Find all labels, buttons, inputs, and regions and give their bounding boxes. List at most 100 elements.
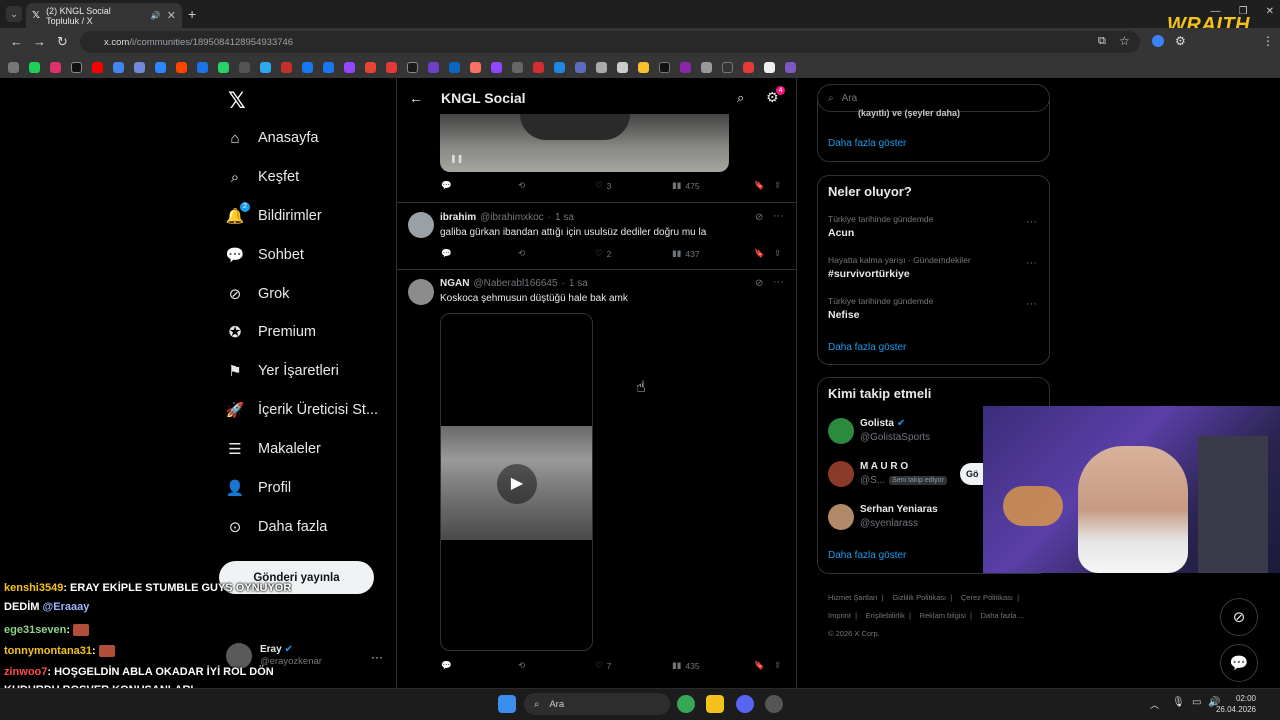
bookmark-icon[interactable] — [764, 61, 775, 73]
bookmark-icon[interactable] — [743, 61, 754, 73]
bookmark-icon[interactable] — [680, 61, 691, 73]
bookmark-icon[interactable] — [260, 61, 271, 73]
avatar[interactable] — [828, 461, 854, 487]
bookmark-icon[interactable] — [218, 61, 229, 73]
trend-more-icon[interactable]: ··· — [1026, 257, 1037, 269]
chrome-icon[interactable] — [677, 695, 695, 713]
show-more-link[interactable]: Daha fazla göster — [828, 342, 906, 353]
app-icon[interactable] — [765, 695, 783, 713]
bookmark-icon[interactable] — [29, 61, 40, 73]
views-button[interactable]: ▮▮ 435 — [672, 660, 754, 671]
tray-chevron-icon[interactable]: ︿ — [1150, 698, 1159, 711]
views-button[interactable]: ▮▮ 437 — [672, 248, 754, 259]
bookmark-icon[interactable] — [701, 61, 712, 73]
back-arrow-icon[interactable]: ← — [409, 90, 423, 106]
post-more-icon[interactable]: ··· — [773, 276, 784, 288]
grok-icon[interactable]: ⊘ — [755, 278, 763, 289]
messages-fab-icon[interactable]: 💬 — [1220, 644, 1258, 682]
bookmark-post-icon[interactable]: 🔖 — [754, 660, 774, 671]
bookmark-icon[interactable] — [197, 61, 208, 73]
bookmark-icon[interactable] — [533, 61, 544, 73]
post[interactable]: ibrahim @ibrahimxkoc · 1 sa ⊘ ··· galiba… — [397, 210, 796, 270]
reply-icon[interactable]: 💬 — [441, 180, 518, 191]
sidebar-item-person[interactable]: 👤 Profil — [226, 471, 291, 505]
bookmark-icon[interactable] — [470, 61, 481, 73]
bookmark-post-icon[interactable]: 🔖 — [754, 180, 774, 191]
extension-icon[interactable] — [1152, 35, 1164, 47]
sidebar-item-grok[interactable]: ⊘ Grok — [226, 277, 290, 311]
footer-link[interactable]: Reklam bilgisi — [920, 611, 966, 620]
community-search-icon[interactable]: ⌕ — [737, 90, 744, 106]
mic-icon[interactable]: 🎙 — [1172, 697, 1185, 708]
bookmark-post-icon[interactable]: 🔖 — [754, 248, 774, 259]
start-icon[interactable] — [498, 695, 516, 713]
network-icon[interactable]: ▭ — [1192, 697, 1201, 708]
show-more-link[interactable]: Daha fazla göster — [828, 138, 906, 149]
bookmark-icon[interactable] — [176, 61, 187, 73]
bookmark-icon[interactable] — [785, 61, 796, 73]
like-button[interactable]: ♡ 3 — [595, 180, 672, 191]
close-window-icon[interactable]: ✕ — [1266, 6, 1274, 17]
bookmark-icon[interactable] — [554, 61, 565, 73]
x-logo-icon[interactable]: 𝕏 — [228, 88, 246, 114]
share-icon[interactable]: ⇪ — [774, 180, 781, 191]
account-more-icon[interactable]: ··· — [371, 650, 383, 664]
trend-more-icon[interactable]: ··· — [1026, 298, 1037, 310]
grok-icon[interactable]: ⊘ — [755, 212, 763, 223]
sidebar-item-bookmark[interactable]: ⚑ Yer İşaretleri — [226, 354, 339, 388]
post-time[interactable]: 1 sa — [569, 278, 588, 289]
show-more-link[interactable]: Daha fazla göster — [828, 550, 906, 561]
apps-icon[interactable] — [8, 61, 19, 73]
views-button[interactable]: ▮▮ 475 — [672, 180, 754, 191]
video-player[interactable]: ❚❚ — [440, 114, 729, 172]
browser-tab[interactable]: 𝕏 (2) KNGL Social Topluluk / X 🔊 ✕ — [26, 3, 182, 28]
bookmark-icon[interactable] — [323, 61, 334, 73]
bookmark-icon[interactable] — [71, 61, 82, 73]
bookmark-icon[interactable] — [239, 61, 250, 73]
like-button[interactable]: ♡ 2 — [595, 248, 672, 259]
bookmark-star-icon[interactable]: ☆ — [1119, 34, 1130, 48]
sidebar-item-more-circle[interactable]: ⊙ Daha fazla — [226, 510, 328, 544]
bookmark-icon[interactable] — [302, 61, 313, 73]
bookmark-icon[interactable] — [659, 61, 670, 73]
bookmark-icon[interactable] — [449, 61, 460, 73]
follow-name[interactable]: Golista — [860, 418, 894, 429]
share-icon[interactable]: ⇪ — [774, 660, 781, 671]
follow-name[interactable]: Serhan Yeniaras — [860, 504, 938, 515]
footer-link[interactable]: Erişilebilirlik — [866, 611, 905, 620]
bookmark-icon[interactable] — [638, 61, 649, 73]
file-explorer-icon[interactable] — [706, 695, 724, 713]
taskbar-clock[interactable]: 02:00 26.04.2026 — [1216, 693, 1256, 715]
post-author[interactable]: NGAN — [440, 278, 469, 289]
post-handle[interactable]: @Naberabl166645 — [473, 278, 557, 289]
reload-icon[interactable]: ↻ — [57, 34, 68, 50]
bookmark-icon[interactable] — [50, 61, 61, 73]
trend-item[interactable]: Acun — [828, 227, 854, 239]
bookmark-icon[interactable] — [155, 61, 166, 73]
bookmark-icon[interactable] — [491, 61, 502, 73]
reply-icon[interactable]: 💬 — [441, 248, 518, 259]
post-more-icon[interactable]: ··· — [773, 210, 784, 222]
sidebar-item-search[interactable]: ⌕ Keşfet — [226, 160, 299, 194]
install-app-icon[interactable]: ⧉ — [1098, 35, 1106, 48]
play-icon[interactable]: ▶ — [497, 464, 537, 504]
sidebar-item-chat[interactable]: 💬 Sohbet — [226, 238, 304, 272]
new-tab-button[interactable]: + — [188, 6, 196, 22]
grok-fab-icon[interactable]: ⊘ — [1220, 598, 1258, 636]
footer-link[interactable]: Daha fazla ... — [981, 611, 1025, 620]
sidebar-item-home[interactable]: ⌂ Anasayfa — [226, 121, 318, 155]
bookmark-icon[interactable] — [134, 61, 145, 73]
bookmark-icon[interactable] — [92, 61, 103, 73]
post-author[interactable]: ibrahim — [440, 212, 476, 223]
bookmark-icon[interactable] — [407, 61, 418, 73]
discord-icon[interactable] — [736, 695, 754, 713]
bookmark-icon[interactable] — [617, 61, 628, 73]
taskbar-search[interactable]: ⌕ Ara — [524, 693, 670, 715]
footer-link[interactable]: Gizlilik Politikası — [892, 593, 946, 602]
bookmark-icon[interactable] — [512, 61, 523, 73]
bookmark-icon[interactable] — [596, 61, 607, 73]
browser-menu-icon[interactable]: ⋮ — [1262, 34, 1274, 48]
sidebar-item-bell[interactable]: 🔔 2 Bildirimler — [226, 199, 322, 233]
forward-icon[interactable]: → — [33, 34, 46, 49]
share-icon[interactable]: ⇪ — [774, 248, 781, 259]
